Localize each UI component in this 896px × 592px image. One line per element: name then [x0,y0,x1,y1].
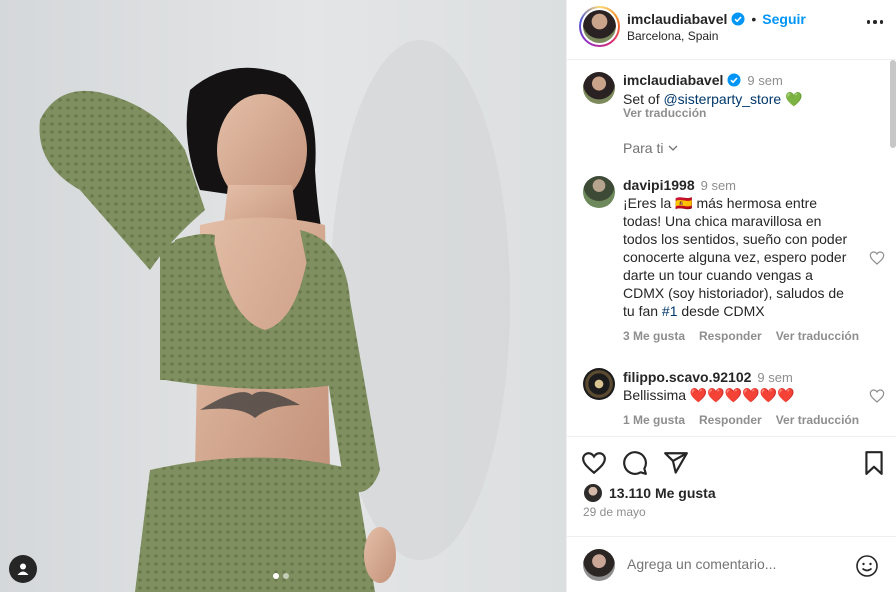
for-you-label: Para ti [623,140,664,156]
bookmark-icon[interactable] [861,450,887,476]
likes-count: 13.110 Me gusta [609,485,716,501]
comment-likes-count[interactable]: 3 Me gusta [623,329,685,343]
carousel-indicator [273,573,289,579]
caption-translate-link[interactable]: Ver traducción [623,106,706,120]
caption-time: 9 sem [747,72,783,88]
comment-text-line: CDMX (soy historiador), saludos de [623,285,844,301]
caption-meta: Ver traducción [623,106,706,120]
post-actions: 13.110 Me gusta 29 de mayo [567,436,896,536]
caption-author-avatar[interactable] [583,72,615,104]
comment-avatar[interactable] [583,176,615,208]
comments-list[interactable]: imclaudiabavel 9 sem Set of @sisterparty… [567,60,889,435]
comment-text-line: todas! Una chica maravillosa en [623,213,822,229]
comment-icon[interactable] [622,450,648,476]
post-date[interactable]: 29 de mayo [583,505,646,519]
comment-time: 9 sem [757,369,793,385]
more-options-icon[interactable] [866,20,883,24]
carousel-dot-active [273,573,279,579]
comment-meta: 3 Me gusta Responder Ver traducción [623,329,859,343]
spain-flag-emoji: 🇪🇸 [675,195,693,211]
likes-summary[interactable]: 13.110 Me gusta [583,483,716,503]
chevron-down-icon [669,145,678,151]
reply-button[interactable]: Responder [699,413,762,427]
comment-text: ¡Eres la 🇪🇸 más hermosa entre todas! Una… [623,194,859,320]
caption-prefix: Set of [623,91,664,107]
comment-composer [567,536,896,592]
caption-author-line: imclaudiabavel 9 sem [623,72,783,88]
translate-link[interactable]: Ver traducción [776,329,859,343]
author-avatar[interactable] [579,6,620,47]
for-you-toggle[interactable]: Para ti [623,140,679,156]
comment-text-line: todos los sentidos, sueño con poder [623,231,848,247]
comment-author-line: filippo.scavo.92102 9 sem [623,369,793,385]
post-side-panel: imclaudiabavel • Seguir Barcelona, Spain… [566,0,896,592]
comment-username[interactable]: filippo.scavo.92102 [623,369,751,385]
separator-dot: • [751,11,757,27]
emoji-icon[interactable] [855,554,879,578]
post-location[interactable]: Barcelona, Spain [627,29,718,43]
share-icon[interactable] [663,450,689,476]
comments-scrollbar[interactable] [890,60,896,148]
comment-author-line: davipi1998 9 sem [623,177,736,193]
comment-text-line: darte un tour cuando vengas a [623,267,813,283]
comment-like-icon[interactable] [869,388,885,404]
post-header: imclaudiabavel • Seguir Barcelona, Spain [567,0,896,60]
hashtag-link[interactable]: #1 [662,303,678,319]
comment-text-part: desde CDMX [677,303,765,319]
comment-meta: 1 Me gusta Responder Ver traducción [623,413,859,427]
comment-time: 9 sem [700,177,737,193]
verified-badge-icon [731,12,745,26]
comment-username[interactable]: davipi1998 [623,177,695,193]
caption-author-username[interactable]: imclaudiabavel [623,72,723,88]
heart-icon[interactable] [581,450,607,476]
comment-text-part: ¡Eres la [623,195,676,211]
current-user-avatar [583,549,615,581]
follow-button[interactable]: Seguir [762,11,806,27]
post-media[interactable] [0,0,566,592]
comment-like-icon[interactable] [869,250,885,266]
comment-likes-count[interactable]: 1 Me gusta [623,413,685,427]
author-line: imclaudiabavel • Seguir [627,11,806,27]
reply-button[interactable]: Responder [699,329,762,343]
comment-text-part: tu fan [623,303,662,319]
user-tag-icon[interactable] [9,555,37,583]
caption-mention-link[interactable]: @sisterparty_store [663,91,781,107]
comment-text: Bellissima ❤️❤️❤️❤️❤️❤️ [623,387,795,403]
comment-input[interactable] [627,556,847,572]
post-photo [39,40,510,592]
translate-link[interactable]: Ver traducción [776,413,859,427]
author-username[interactable]: imclaudiabavel [627,11,727,27]
comment-text-part: más hermosa entre [692,195,818,211]
caption-emoji: 💚 [785,91,803,107]
comment-avatar[interactable] [583,368,615,400]
carousel-dot [283,573,289,579]
comment-text-line: conocerte alguna vez, espero poder [623,249,847,265]
liker-avatar [583,483,603,503]
verified-badge-icon [727,73,741,87]
